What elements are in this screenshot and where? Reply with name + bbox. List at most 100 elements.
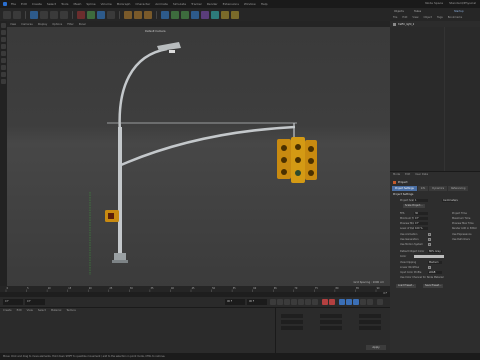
- attr-menu-edit[interactable]: Edit: [405, 173, 410, 176]
- size-x-field[interactable]: [320, 314, 342, 318]
- om-menu-tags[interactable]: Tags: [437, 16, 443, 19]
- om-menu-file[interactable]: File: [393, 16, 397, 19]
- menu-mograph[interactable]: MoGraph: [117, 2, 131, 6]
- position-z-field[interactable]: [281, 326, 303, 330]
- color-swatch[interactable]: [414, 255, 444, 259]
- previous-key-icon[interactable]: [277, 299, 283, 305]
- play-icon[interactable]: [291, 299, 297, 305]
- light-icon[interactable]: [231, 10, 239, 19]
- minimum-time-field[interactable]: 0 F: [414, 217, 428, 221]
- scale-project-button[interactable]: Scale Project...: [403, 204, 425, 208]
- current-frame-field[interactable]: 0 F: [3, 299, 23, 305]
- om-menu-bookmarks[interactable]: Bookmarks: [448, 16, 463, 19]
- menu-render[interactable]: Render: [207, 2, 218, 6]
- start-frame-field[interactable]: 0 F: [25, 299, 45, 305]
- model-mode-icon[interactable]: [1, 30, 6, 35]
- key-pla-icon[interactable]: [367, 299, 373, 305]
- texture-mode-icon[interactable]: [1, 37, 6, 42]
- menu-create[interactable]: Create: [32, 2, 42, 6]
- use-generators-checkbox[interactable]: [428, 238, 431, 241]
- go-to-end-icon[interactable]: [312, 299, 318, 305]
- undo-icon[interactable]: [3, 10, 11, 19]
- tab-dynamics[interactable]: Dynamics: [429, 186, 448, 191]
- tab-referencing[interactable]: Referencing: [448, 186, 469, 191]
- move-icon[interactable]: [40, 10, 48, 19]
- mat-menu-edit[interactable]: Edit: [17, 309, 22, 312]
- menu-tools[interactable]: Tools: [61, 2, 68, 6]
- menu-extensions[interactable]: Extensions: [223, 2, 239, 6]
- render-picture-viewer-icon[interactable]: [134, 10, 142, 19]
- vp-menu-view[interactable]: View: [10, 23, 16, 26]
- mat-menu-create[interactable]: Create: [3, 309, 12, 312]
- live-selection-icon[interactable]: [30, 10, 38, 19]
- menu-volume[interactable]: Volume: [101, 2, 112, 6]
- key-scale-icon[interactable]: [353, 299, 359, 305]
- attr-menu-userdata[interactable]: User Data: [415, 173, 428, 176]
- apply-button[interactable]: Apply: [366, 345, 386, 350]
- menu-spline[interactable]: Spline: [86, 2, 95, 6]
- step-forward-icon[interactable]: [298, 299, 304, 305]
- rotation-h-field[interactable]: [359, 314, 381, 318]
- x-axis-icon[interactable]: [77, 10, 85, 19]
- menu-file[interactable]: File: [11, 2, 16, 6]
- load-preset-button[interactable]: Load Preset...: [396, 284, 417, 288]
- key-position-icon[interactable]: [339, 299, 345, 305]
- position-x-field[interactable]: [281, 314, 303, 318]
- rotation-p-field[interactable]: [359, 320, 381, 324]
- vp-menu-display[interactable]: Display: [38, 23, 48, 26]
- vp-menu-filter[interactable]: Filter: [67, 23, 73, 26]
- next-key-icon[interactable]: [305, 299, 311, 305]
- render-view-icon[interactable]: [124, 10, 132, 19]
- lod-field[interactable]: 100 %: [414, 227, 428, 231]
- use-motion-system-checkbox[interactable]: [428, 243, 431, 246]
- size-y-field[interactable]: [320, 320, 342, 324]
- size-z-field[interactable]: [320, 326, 342, 330]
- mat-menu-select[interactable]: Select: [38, 309, 46, 312]
- go-to-start-icon[interactable]: [270, 299, 276, 305]
- pen-icon[interactable]: [171, 10, 179, 19]
- object-name[interactable]: traffic_light_2: [398, 23, 414, 26]
- end-frame-field[interactable]: 90 F: [225, 299, 245, 305]
- record-icon[interactable]: [322, 299, 328, 305]
- subdivision-icon[interactable]: [181, 10, 189, 19]
- om-menu-object[interactable]: Object: [424, 16, 432, 19]
- mat-menu-texture[interactable]: Texture: [66, 309, 76, 312]
- position-y-field[interactable]: [281, 320, 303, 324]
- node-space-value[interactable]: Standard/Physical: [449, 1, 476, 5]
- tab-info[interactable]: Info: [417, 186, 429, 191]
- polygons-mode-icon[interactable]: [1, 58, 6, 63]
- menu-simulate[interactable]: Simulate: [173, 2, 186, 6]
- attr-menu-mode[interactable]: Mode: [393, 173, 400, 176]
- 3d-viewport[interactable]: Default Camera Grid Spacing: 1000 cm: [7, 27, 390, 286]
- fps-field[interactable]: 30: [414, 212, 428, 216]
- vp-menu-options[interactable]: Options: [52, 23, 62, 26]
- menu-mesh[interactable]: Mesh: [73, 2, 81, 6]
- step-back-icon[interactable]: [284, 299, 290, 305]
- node-space-label[interactable]: Node Space: [425, 1, 443, 5]
- bend-icon[interactable]: [201, 10, 209, 19]
- om-menu-view[interactable]: View: [412, 16, 418, 19]
- key-param-icon[interactable]: [360, 299, 366, 305]
- menu-help[interactable]: Help: [261, 2, 268, 6]
- floor-icon[interactable]: [211, 10, 219, 19]
- rotate-icon[interactable]: [60, 10, 68, 19]
- y-axis-icon[interactable]: [87, 10, 95, 19]
- material-manager[interactable]: Create Edit View Select Material Texture: [0, 307, 275, 353]
- mat-menu-view[interactable]: View: [27, 309, 33, 312]
- vp-menu-panel[interactable]: Panel: [79, 23, 86, 26]
- points-mode-icon[interactable]: [1, 44, 6, 49]
- rotation-b-field[interactable]: [359, 326, 381, 330]
- color-profile-dropdown[interactable]: sRGB: [428, 271, 442, 275]
- tab-project-settings[interactable]: Project Settings: [392, 186, 417, 191]
- linear-workflow-checkbox[interactable]: [428, 266, 431, 269]
- vp-menu-cameras[interactable]: Cameras: [21, 23, 33, 26]
- menu-select[interactable]: Select: [47, 2, 56, 6]
- snap-icon[interactable]: [1, 72, 6, 77]
- axis-mode-icon[interactable]: [1, 65, 6, 70]
- camera-icon[interactable]: [221, 10, 229, 19]
- z-axis-icon[interactable]: [97, 10, 105, 19]
- menu-character[interactable]: Character: [135, 2, 150, 6]
- key-rotation-icon[interactable]: [346, 299, 352, 305]
- save-preset-button[interactable]: Save Preset...: [423, 284, 444, 288]
- om-menu-edit[interactable]: Edit: [402, 16, 407, 19]
